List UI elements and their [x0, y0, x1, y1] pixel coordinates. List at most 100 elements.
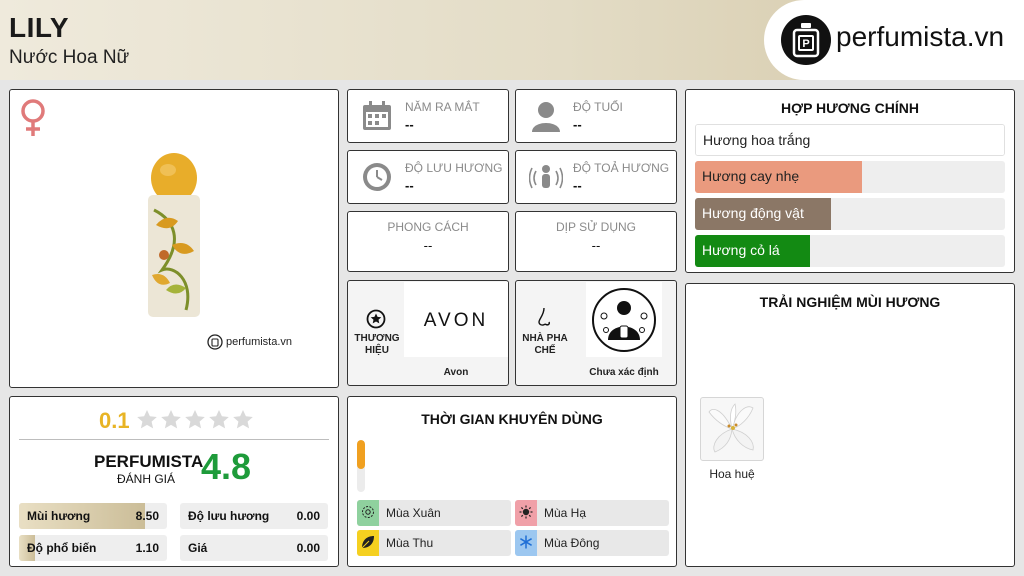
rating-detail-row: Mùi hương 8.50 [19, 503, 167, 529]
season-name: Mùa Đông [544, 536, 600, 550]
star-icon[interactable] [160, 409, 182, 431]
star-icon[interactable] [232, 409, 254, 431]
star-rating[interactable] [136, 409, 256, 431]
rating-detail-label: Độ phổ biến [27, 541, 97, 555]
style-value: -- [423, 238, 433, 253]
calendar-icon [363, 101, 391, 130]
clock-icon [363, 163, 391, 191]
rating-detail-row: Độ phổ biến 1.10 [19, 535, 167, 561]
accord-name: Hương cay nhẹ [702, 168, 800, 184]
rating-detail-label: Giá [188, 541, 208, 555]
perfumer-name: Chưa xác định [589, 367, 659, 378]
longevity-label: ĐỘ LƯU HƯƠNG [405, 161, 503, 175]
day-indicator-fill [357, 440, 365, 469]
brand-site-name: perfumista.vn [836, 21, 1005, 52]
page-subtitle: Nước Hoa Nữ [9, 47, 130, 68]
perfumer-avatar-icon [592, 288, 656, 352]
rating-detail-value: 0.00 [296, 541, 320, 555]
leaf-icon [361, 536, 374, 549]
sillage-value: -- [573, 178, 582, 193]
brand-logo-text: AVON [423, 310, 489, 331]
season-item: Mùa Đông [515, 530, 669, 556]
scent-experience-title: TRẢI NGHIỆM MÙI HƯƠNG [759, 294, 941, 310]
sun-icon [519, 505, 533, 519]
rating-detail-row: Độ lưu hương 0.00 [180, 503, 328, 529]
rating-detail-label: Độ lưu hương [188, 509, 270, 523]
brand-logo-panel: AVON [404, 282, 508, 357]
season-name: Mùa Thu [386, 536, 434, 550]
brand-name: Avon [443, 367, 469, 378]
accord-bar: Hương cỏ lá [695, 235, 1005, 267]
female-icon [21, 99, 45, 136]
perfume-bottle-logo-icon: P [781, 15, 831, 65]
flower-icon [362, 506, 374, 518]
longevity-card: ĐỘ LƯU HƯƠNG -- [347, 150, 509, 204]
rating-detail-value: 8.50 [135, 509, 159, 523]
longevity-value: -- [405, 178, 414, 193]
accord-name: Hương cỏ lá [702, 242, 780, 258]
person-icon [532, 102, 560, 132]
brand-label: THƯƠNG HIỆU [354, 333, 400, 356]
release-year-label: NĂM RA MẮT [405, 100, 480, 114]
accord-name: Hương động vật [702, 205, 804, 221]
watermark-logo-icon [207, 334, 223, 350]
perfume-bottle-image [148, 153, 200, 317]
occasion-label: DỊP SỬ DỤNG [555, 220, 637, 234]
watermark-text: perfumista.vn [226, 336, 293, 348]
rating-card: 0.1 PERFUMISTA ĐÁNH GIÁ 4.8 Mùi hương 8.5… [9, 396, 339, 567]
user-score: 0.1 [99, 408, 130, 433]
perfumer-card[interactable]: NHÀ PHA CHẾ Chưa xác định [515, 280, 677, 386]
season-item: Mùa Hạ [515, 500, 669, 526]
recommended-time-card: THỜI GIAN KHUYÊN DÙNG Mùa Xuân Mùa Hạ Mùa … [347, 396, 677, 567]
nose-icon [538, 307, 550, 326]
star-badge-icon [366, 309, 386, 329]
day-indicator-track [357, 440, 365, 492]
season-item: Mùa Xuân [357, 500, 511, 526]
season-name: Mùa Hạ [544, 506, 587, 520]
sillage-label: ĐỘ TOẢ HƯƠNG [573, 161, 670, 175]
release-year-card: NĂM RA MẮT -- [347, 89, 509, 143]
age-value: -- [573, 117, 582, 132]
perfumer-label: NHÀ PHA CHẾ [522, 333, 568, 356]
age-card: ĐỘ TUỔI -- [515, 89, 677, 143]
season-item: Mùa Thu [357, 530, 511, 556]
accord-bar: Hương cay nhẹ [695, 161, 1005, 193]
rating-detail-value: 1.10 [135, 541, 159, 555]
page-title: LILY [9, 12, 70, 43]
brand-card[interactable]: THƯƠNG HIỆU AVON Avon [347, 280, 509, 386]
product-image-card: perfumista.vn [9, 89, 339, 388]
occasion-value: -- [591, 238, 601, 253]
rating-detail-label: Mùi hương [27, 509, 91, 523]
season-name: Mùa Xuân [386, 506, 441, 520]
style-card: PHONG CÁCH -- [347, 211, 509, 272]
sillage-card: ĐỘ TOẢ HƯƠNG -- [515, 150, 677, 204]
star-icon[interactable] [208, 409, 230, 431]
accord-bar: Hương động vật [695, 198, 1005, 230]
occasion-card: DỊP SỬ DỤNG -- [515, 211, 677, 272]
lily-flower-icon [708, 403, 754, 453]
style-label: PHONG CÁCH [387, 220, 469, 234]
accord-bar: Hương hoa trắng [695, 124, 1005, 156]
note-name: Hoa huệ [709, 467, 755, 481]
sillage-person-icon [529, 165, 563, 189]
note-image-frame [700, 397, 764, 461]
rating-detail-row: Giá 0.00 [180, 535, 328, 561]
scent-experience-card: TRẢI NGHIỆM MÙI HƯƠNG Hoa huệ [685, 283, 1015, 567]
divider [19, 439, 329, 440]
star-icon[interactable] [184, 409, 206, 431]
rating-detail-value: 0.00 [296, 509, 320, 523]
snowflake-icon [520, 535, 532, 549]
accord-name: Hương hoa trắng [703, 132, 811, 148]
perfumista-score: 4.8 [201, 446, 252, 487]
star-icon[interactable] [136, 409, 158, 431]
header: LILY Nước Hoa Nữ P perfumista.vn [0, 0, 1024, 80]
svg-text:P: P [802, 38, 809, 50]
main-accords-title: HỢP HƯƠNG CHÍNH [781, 100, 919, 116]
perfumer-image-panel [586, 282, 662, 357]
rating-label: ĐÁNH GIÁ [117, 472, 176, 486]
perfumista-label: PERFUMISTA [94, 452, 204, 471]
recommended-time-title: THỜI GIAN KHUYÊN DÙNG [421, 411, 603, 427]
age-label: ĐỘ TUỔI [573, 100, 623, 114]
main-accords-card: HỢP HƯƠNG CHÍNH Hương hoa trắng Hương cay… [685, 89, 1015, 273]
release-year-value: -- [405, 117, 414, 132]
